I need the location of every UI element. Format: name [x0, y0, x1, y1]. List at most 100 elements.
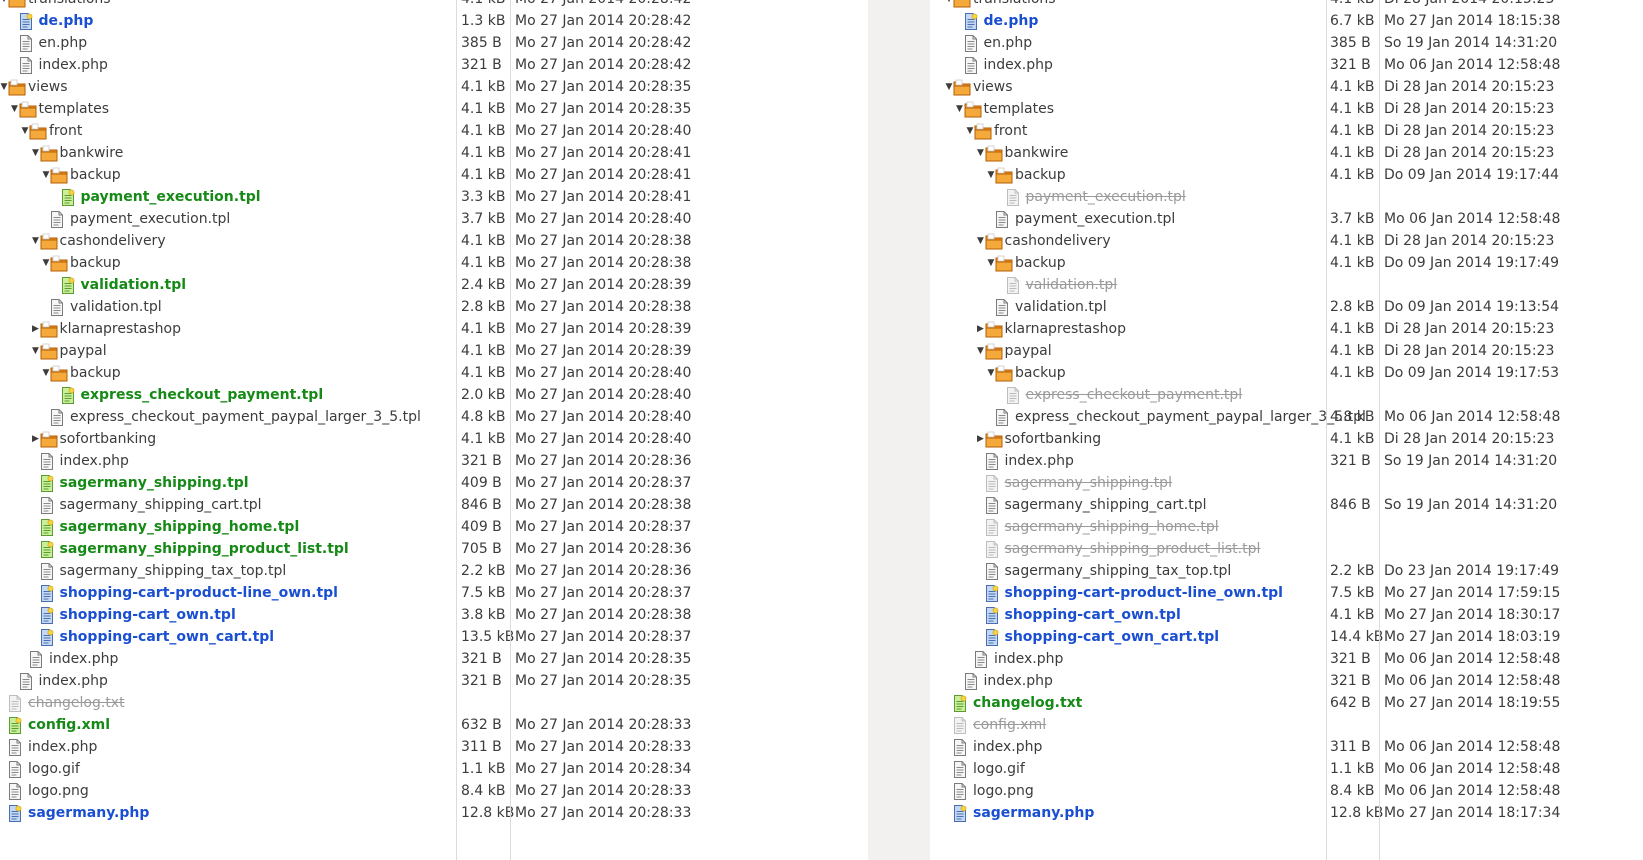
file-row[interactable]: validation.tpl	[930, 274, 1643, 297]
folder-row[interactable]: ▼ templates 4.1 kB Di 28 Jan 2014 20:15:23	[930, 98, 1643, 121]
file-row[interactable]: logo.gif 1.1 kB Mo 27 Jan 2014 20:28:34	[0, 758, 868, 781]
left-date-column-divider[interactable]	[510, 0, 511, 860]
file-row[interactable]: validation.tpl 2.8 kB Mo 27 Jan 2014 20:28…	[0, 296, 868, 319]
folder-row[interactable]: ▶ sofortbanking 4.1 kB Mo 27 Jan 2014 20:28…	[0, 428, 868, 451]
file-row[interactable]: shopping-cart-product-line_own.tpl 7.5 kB…	[930, 582, 1643, 605]
file-row[interactable]: index.php 311 B Mo 06 Jan 2014 12:58:48	[930, 736, 1643, 759]
folder-row[interactable]: ▶ sofortbanking 4.1 kB Di 28 Jan 2014 20:15…	[930, 428, 1643, 451]
file-row[interactable]: index.php 321 B Mo 27 Jan 2014 20:28:42	[0, 54, 868, 77]
file-row[interactable]: payment_execution.tpl 3.3 kB Mo 27 Jan 201…	[0, 186, 868, 209]
folder-icon	[19, 101, 37, 118]
file-row[interactable]: index.php 321 B Mo 27 Jan 2014 20:28:35	[0, 670, 868, 693]
file-row[interactable]: sagermany_shipping_home.tpl 409 B Mo 27 Ja…	[0, 516, 868, 539]
file-row[interactable]: express_checkout_payment.tpl	[930, 384, 1643, 407]
file-row[interactable]: logo.png 8.4 kB Mo 06 Jan 2014 12:58:48	[930, 780, 1643, 803]
right-size-column-divider[interactable]	[1326, 0, 1327, 860]
folder-row[interactable]: ▼ paypal 4.1 kB Di 28 Jan 2014 20:15:23	[930, 340, 1643, 363]
left-size-column-divider[interactable]	[456, 0, 457, 860]
file-row[interactable]: shopping-cart_own.tpl 3.8 kB Mo 27 Jan 201…	[0, 604, 868, 627]
file-row[interactable]: shopping-cart_own_cart.tpl 14.4 kB Mo 27 J…	[930, 626, 1643, 649]
file-row[interactable]: index.php 321 B Mo 06 Jan 2014 12:58:48	[930, 54, 1643, 77]
entry-name: shopping-cart_own.tpl	[59, 607, 236, 623]
file-row[interactable]: sagermany_shipping_cart.tpl 846 B Mo 27 Ja…	[0, 494, 868, 517]
folder-row[interactable]: ▼ views 4.1 kB Mo 27 Jan 2014 20:28:35	[0, 76, 868, 99]
entry-name: de.php	[38, 13, 94, 29]
entry-name: index.php	[38, 57, 108, 73]
file-row[interactable]: index.php 321 B So 19 Jan 2014 14:31:20	[930, 450, 1643, 473]
file-row[interactable]: config.xml	[930, 714, 1643, 737]
file-row[interactable]: index.php 321 B Mo 27 Jan 2014 20:28:35	[0, 648, 868, 671]
file-row[interactable]: payment_execution.tpl	[930, 186, 1643, 209]
folder-row[interactable]: ▼ bankwire 4.1 kB Mo 27 Jan 2014 20:28:41	[0, 142, 868, 165]
file-icon	[6, 739, 24, 756]
file-row[interactable]: index.php 321 B Mo 06 Jan 2014 12:58:48	[930, 648, 1643, 671]
file-row[interactable]: sagermany_shipping_product_list.tpl	[930, 538, 1643, 561]
entry-size: 4.1 kB	[461, 123, 506, 139]
folder-icon	[995, 255, 1013, 272]
file-icon	[48, 299, 66, 316]
entry-name: validation.tpl	[1015, 299, 1107, 315]
file-row[interactable]: sagermany.php 12.8 kB Mo 27 Jan 2014 18:17…	[930, 802, 1643, 825]
entry-modified-date: Mo 27 Jan 2014 20:28:33	[515, 739, 692, 755]
folder-row[interactable]: ▼ front 4.1 kB Di 28 Jan 2014 20:15:23	[930, 120, 1643, 143]
folder-row[interactable]: ▼ backup 4.1 kB Do 09 Jan 2014 19:17:49	[930, 252, 1643, 275]
entry-name: sagermany_shipping_tax_top.tpl	[1004, 563, 1232, 579]
file-row[interactable]: express_checkout_payment_paypal_larger_3…	[0, 406, 868, 429]
file-row[interactable]: sagermany_shipping_product_list.tpl 705 B…	[0, 538, 868, 561]
folder-icon	[964, 101, 982, 118]
file-row[interactable]: payment_execution.tpl 3.7 kB Mo 27 Jan 201…	[0, 208, 868, 231]
entry-size: 4.1 kB	[1330, 607, 1375, 623]
folder-row[interactable]: ▼ backup 4.1 kB Do 09 Jan 2014 19:17:53	[930, 362, 1643, 385]
folder-row[interactable]: ▼ views 4.1 kB Di 28 Jan 2014 20:15:23	[930, 76, 1643, 99]
file-row[interactable]: logo.png 8.4 kB Mo 27 Jan 2014 20:28:33	[0, 780, 868, 803]
file-row[interactable]: validation.tpl 2.8 kB Do 09 Jan 2014 19:13…	[930, 296, 1643, 319]
file-row[interactable]: logo.gif 1.1 kB Mo 06 Jan 2014 12:58:48	[930, 758, 1643, 781]
folder-row[interactable]: ▼ templates 4.1 kB Mo 27 Jan 2014 20:28:35	[0, 98, 868, 121]
right-date-column-divider[interactable]	[1379, 0, 1380, 860]
folder-row[interactable]: ▼ paypal 4.1 kB Mo 27 Jan 2014 20:28:39	[0, 340, 868, 363]
file-row[interactable]: sagermany.php 12.8 kB Mo 27 Jan 2014 20:28…	[0, 802, 868, 825]
file-row[interactable]: config.xml 632 B Mo 27 Jan 2014 20:28:33	[0, 714, 868, 737]
file-row[interactable]: index.php 321 B Mo 27 Jan 2014 20:28:36	[0, 450, 868, 473]
entry-size: 4.1 kB	[1330, 101, 1375, 117]
file-row[interactable]: de.php 1.3 kB Mo 27 Jan 2014 20:28:42	[0, 10, 868, 33]
folder-row[interactable]: ▼ front 4.1 kB Mo 27 Jan 2014 20:28:40	[0, 120, 868, 143]
file-row[interactable]: validation.tpl 2.4 kB Mo 27 Jan 2014 20:28…	[0, 274, 868, 297]
entry-modified-date: Di 28 Jan 2014 20:15:23	[1384, 101, 1555, 117]
folder-row[interactable]: ▼ bankwire 4.1 kB Di 28 Jan 2014 20:15:23	[930, 142, 1643, 165]
file-row[interactable]: express_checkout_payment.tpl 2.0 kB Mo 27 …	[0, 384, 868, 407]
entry-size: 4.1 kB	[1330, 233, 1375, 249]
file-row[interactable]: express_checkout_payment_paypal_larger_3…	[930, 406, 1643, 429]
file-row[interactable]: sagermany_shipping_tax_top.tpl 2.2 kB Do 2…	[930, 560, 1643, 583]
file-row[interactable]: payment_execution.tpl 3.7 kB Mo 06 Jan 201…	[930, 208, 1643, 231]
file-row[interactable]: sagermany_shipping_cart.tpl 846 B So 19 Ja…	[930, 494, 1643, 517]
file-icon	[59, 277, 77, 294]
folder-row[interactable]: ▼ cashondelivery 4.1 kB Di 28 Jan 2014 20:1…	[930, 230, 1643, 253]
file-row[interactable]: changelog.txt 642 B Mo 27 Jan 2014 18:19:5…	[930, 692, 1643, 715]
file-row[interactable]: sagermany_shipping_home.tpl	[930, 516, 1643, 539]
file-icon	[6, 695, 24, 712]
file-row[interactable]: index.php 321 B Mo 06 Jan 2014 12:58:48	[930, 670, 1643, 693]
folder-row[interactable]: ▼ backup 4.1 kB Mo 27 Jan 2014 20:28:38	[0, 252, 868, 275]
file-row[interactable]: changelog.txt	[0, 692, 868, 715]
file-row[interactable]: de.php 6.7 kB Mo 27 Jan 2014 18:15:38	[930, 10, 1643, 33]
file-row[interactable]: sagermany_shipping.tpl	[930, 472, 1643, 495]
folder-row[interactable]: ▼ backup 4.1 kB Do 09 Jan 2014 19:17:44	[930, 164, 1643, 187]
folder-row[interactable]: ▼ backup 4.1 kB Mo 27 Jan 2014 20:28:41	[0, 164, 868, 187]
folder-row[interactable]: ▼ cashondelivery 4.1 kB Mo 27 Jan 2014 20:2…	[0, 230, 868, 253]
folder-row[interactable]: ▶ klarnaprestashop 4.1 kB Di 28 Jan 2014 20…	[930, 318, 1643, 341]
entry-name: shopping-cart-product-line_own.tpl	[59, 585, 338, 601]
file-row[interactable]: shopping-cart-product-line_own.tpl 7.5 kB…	[0, 582, 868, 605]
folder-icon	[974, 123, 992, 140]
left-compare-pane[interactable]: ▼translations4.1 kBMo 27 Jan 2014 20:28:…	[0, 0, 868, 860]
folder-row[interactable]: ▶ klarnaprestashop 4.1 kB Mo 27 Jan 2014 20…	[0, 318, 868, 341]
right-compare-pane[interactable]: ▼translations4.1 kBDi 28 Jan 2014 20:15:…	[930, 0, 1643, 860]
file-row[interactable]: sagermany_shipping.tpl 409 B Mo 27 Jan 201…	[0, 472, 868, 495]
file-row[interactable]: en.php 385 B Mo 27 Jan 2014 20:28:42	[0, 32, 868, 55]
file-row[interactable]: sagermany_shipping_tax_top.tpl 2.2 kB Mo 2…	[0, 560, 868, 583]
file-row[interactable]: en.php 385 B So 19 Jan 2014 14:31:20	[930, 32, 1643, 55]
file-row[interactable]: index.php 311 B Mo 27 Jan 2014 20:28:33	[0, 736, 868, 759]
file-row[interactable]: shopping-cart_own.tpl 4.1 kB Mo 27 Jan 201…	[930, 604, 1643, 627]
folder-row[interactable]: ▼ backup 4.1 kB Mo 27 Jan 2014 20:28:40	[0, 362, 868, 385]
file-row[interactable]: shopping-cart_own_cart.tpl 13.5 kB Mo 27 J…	[0, 626, 868, 649]
